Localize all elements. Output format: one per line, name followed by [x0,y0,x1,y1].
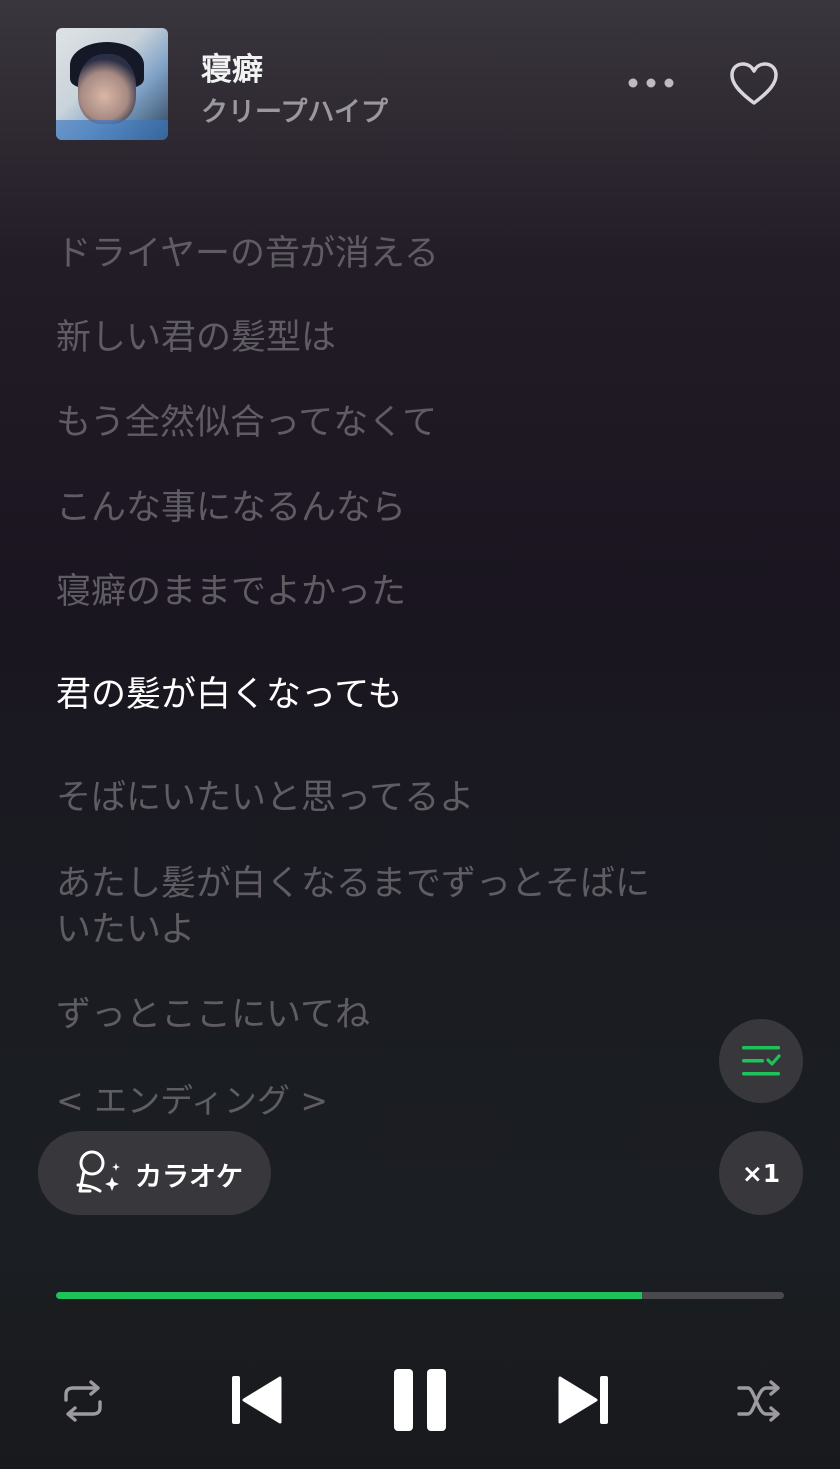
heart-outline-icon [730,62,778,105]
playback-speed-button[interactable]: ×1 [719,1131,803,1215]
lyric-line[interactable]: ずっとここにいてね [56,992,676,1038]
shuffle-icon [737,1380,780,1422]
lyric-line[interactable]: こんな事になるんなら [56,485,676,531]
pause-button[interactable] [394,1369,446,1431]
album-art-strip [56,120,168,140]
track-title[interactable]: 寝癖 [201,44,263,89]
repeat-icon [64,1380,102,1422]
pause-icon [394,1369,446,1431]
lyric-line[interactable]: < エンディング > [56,1078,676,1124]
album-art-face [78,54,136,124]
like-button[interactable] [728,60,780,108]
karaoke-button[interactable]: カラオケ [38,1131,271,1215]
lyric-line-active[interactable]: 君の髪が白くなっても [56,672,676,718]
lyric-line[interactable]: 新しい君の髪型は [56,315,676,361]
skip-next-icon [558,1376,608,1424]
queue-check-icon [742,1046,781,1076]
lyric-line[interactable]: 寝癖のままでよかった [56,569,676,615]
skip-previous-icon [232,1376,282,1424]
more-dots-icon [628,78,674,88]
queue-button[interactable] [719,1019,803,1103]
lyric-line[interactable]: ドライヤーの音が消える [56,231,676,277]
karaoke-mic-icon [76,1150,120,1193]
lyric-line[interactable]: もう全然似合ってなくて [56,400,676,446]
now-playing-header: 寝癖 クリープハイプ [0,0,840,170]
track-artist[interactable]: クリープハイプ [201,90,388,129]
repeat-button[interactable] [60,1380,106,1422]
shuffle-button[interactable] [736,1380,782,1422]
progress-fill [56,1292,643,1299]
next-track-button[interactable] [558,1374,608,1426]
more-options-button[interactable] [624,66,678,100]
previous-track-button[interactable] [232,1374,282,1426]
progress-bar[interactable] [56,1292,784,1299]
playback-speed-label: ×1 [741,1158,781,1188]
karaoke-label: カラオケ [135,1162,243,1193]
lyric-line[interactable]: あたし髪が白くなるまでずっとそばにいたいよ [56,861,666,953]
lyric-line[interactable]: そばにいたいと思ってるよ [56,775,676,821]
album-art[interactable] [56,28,168,140]
